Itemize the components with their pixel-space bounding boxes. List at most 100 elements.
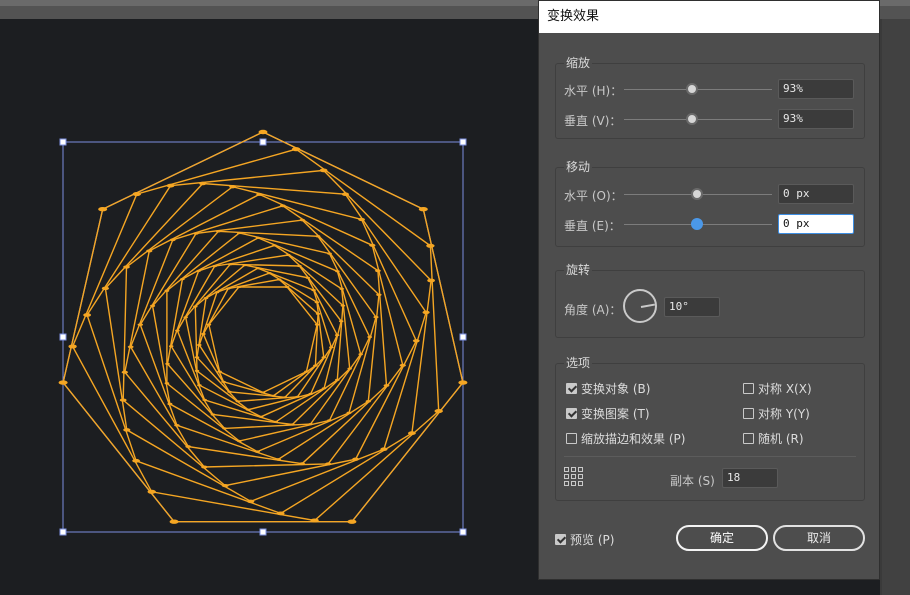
move-vertical-field[interactable]: 0 px: [778, 214, 854, 234]
leaf-marker: [258, 415, 264, 418]
rotate-group: 旋转 角度 (A)： 10°: [555, 261, 865, 338]
reflect-x-checkbox[interactable]: [743, 383, 754, 394]
reflect-y-checkbox[interactable]: [743, 408, 754, 419]
scale-vertical-slider-thumb[interactable]: [686, 113, 698, 125]
preview-label: 预览 (P): [570, 533, 615, 547]
scale-vertical-slider[interactable]: [624, 119, 772, 120]
leaf-marker: [347, 519, 357, 524]
copies-field[interactable]: 18: [722, 468, 778, 488]
spiral-copy: [150, 230, 379, 453]
leaf-marker: [352, 457, 359, 461]
move-horizontal-field[interactable]: 0 px: [778, 184, 854, 204]
leaf-marker: [146, 249, 153, 253]
move-vertical-slider-thumb[interactable]: [691, 218, 703, 230]
scale-strokes-option[interactable]: 缩放描边和效果 (P): [566, 430, 685, 447]
angle-field[interactable]: 10°: [664, 297, 720, 317]
leaf-marker: [327, 419, 332, 422]
leaf-marker: [383, 384, 390, 387]
leaf-marker: [418, 207, 428, 212]
leaf-marker: [279, 204, 286, 208]
leaf-marker: [225, 287, 231, 290]
leaf-marker: [164, 382, 170, 385]
transformed-artwork[interactable]: [0, 19, 540, 595]
leaf-marker: [196, 269, 201, 272]
leaf-marker: [254, 450, 260, 453]
scale-group-title: 缩放: [564, 54, 593, 71]
leaf-marker: [197, 384, 202, 387]
scale-vertical-label: 垂直 (V)：: [564, 114, 622, 128]
scale-horizontal-label: 水平 (H)：: [564, 84, 623, 98]
scale-horizontal-slider-thumb[interactable]: [686, 83, 698, 95]
leaf-marker: [185, 445, 192, 449]
leaf-marker: [236, 231, 242, 235]
dialog-title: 变换效果: [539, 1, 879, 33]
leaf-marker: [256, 192, 263, 196]
transform-objects-option[interactable]: 变换对象 (B): [566, 380, 650, 397]
ok-button[interactable]: 确定: [676, 525, 768, 551]
transform-objects-checkbox[interactable]: [566, 383, 577, 394]
preview-option[interactable]: 预览 (P): [555, 531, 614, 548]
spiral-polygon: [139, 219, 380, 461]
angle-dial[interactable]: [623, 289, 657, 323]
scale-strokes-checkbox[interactable]: [566, 433, 577, 444]
leaf-marker: [273, 420, 279, 423]
reflect-y-option[interactable]: 对称 Y(Y): [743, 405, 810, 422]
leaf-marker: [458, 380, 468, 385]
leaf-marker: [365, 399, 372, 403]
transform-patterns-checkbox[interactable]: [566, 408, 577, 419]
scale-horizontal-slider[interactable]: [624, 89, 772, 90]
leaf-marker: [199, 181, 207, 186]
leaf-marker: [327, 252, 332, 255]
leaf-marker: [358, 217, 365, 222]
leaf-marker: [260, 391, 266, 394]
selection-handle[interactable]: [459, 333, 467, 341]
move-horizontal-label: 水平 (O)：: [564, 189, 623, 203]
leaf-marker: [203, 297, 209, 300]
leaf-marker: [434, 409, 443, 414]
leaf-marker: [338, 320, 344, 323]
spiral-polygon: [166, 232, 371, 442]
leaf-marker: [214, 291, 220, 294]
selection-handle[interactable]: [59, 138, 67, 146]
leaf-marker: [210, 413, 216, 416]
angle-dial-hand: [640, 303, 655, 308]
reflect-x-option[interactable]: 对称 X(X): [743, 380, 812, 397]
leaf-marker: [169, 519, 179, 524]
scale-vertical-field[interactable]: 93%: [778, 109, 854, 129]
leaf-marker: [311, 289, 316, 292]
reflect-x-label: 对称 X(X): [758, 382, 812, 396]
selection-handle[interactable]: [459, 528, 467, 536]
angle-label: 角度 (A)：: [564, 303, 622, 317]
leaf-marker: [258, 129, 268, 135]
scale-horizontal-field[interactable]: 93%: [778, 79, 854, 99]
leaf-marker: [164, 289, 170, 292]
reference-point-icon[interactable]: [564, 467, 583, 486]
leaf-marker: [193, 232, 199, 235]
leaf-marker: [58, 380, 68, 385]
leaf-marker: [340, 304, 346, 307]
selection-handle[interactable]: [459, 138, 467, 146]
leaf-marker: [242, 264, 247, 267]
spiral-copy: [58, 129, 468, 524]
leaf-marker: [255, 267, 261, 270]
selection-handle[interactable]: [59, 333, 67, 341]
leaf-marker: [374, 269, 381, 273]
cancel-button[interactable]: 取消: [773, 525, 865, 551]
leaf-marker: [380, 447, 388, 451]
preview-checkbox[interactable]: [555, 534, 566, 545]
selection-handle[interactable]: [259, 528, 267, 536]
options-group-title: 选项: [564, 354, 593, 371]
selection-handle[interactable]: [59, 528, 67, 536]
leaf-marker: [376, 293, 382, 297]
leaf-marker: [408, 431, 416, 436]
leaf-marker: [119, 398, 127, 402]
transform-patterns-option[interactable]: 变换图案 (T): [566, 405, 650, 422]
leaf-marker: [422, 310, 430, 315]
move-horizontal-slider-thumb[interactable]: [691, 188, 703, 200]
leaf-marker: [271, 394, 276, 397]
artboard-canvas[interactable]: [0, 19, 540, 595]
selection-handle[interactable]: [259, 138, 267, 146]
random-checkbox[interactable]: [743, 433, 754, 444]
random-option[interactable]: 随机 (R): [743, 430, 804, 447]
leaf-marker: [412, 339, 420, 343]
